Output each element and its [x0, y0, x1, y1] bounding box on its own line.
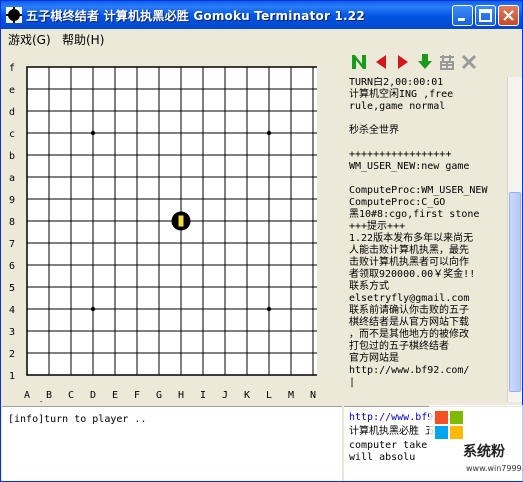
- info-line: computer take: [349, 440, 428, 451]
- main-window: 五子棋终结者 计算机执黑必胜 Gomoku Terminator 1.22 游戏…: [0, 0, 523, 482]
- menu-bar: 游戏(G) 帮助(H): [1, 29, 522, 48]
- new-game-icon[interactable]: [350, 53, 368, 71]
- column-label: E: [112, 390, 118, 401]
- column-label: K: [244, 390, 250, 401]
- log-line: +++提示+++: [349, 221, 406, 232]
- maximize-icon: [479, 9, 492, 22]
- log-line: 棋终结者是从官方网站下载: [349, 317, 469, 328]
- row-label: e: [9, 85, 15, 96]
- log-line: 官方网站是: [349, 353, 399, 364]
- log-line: ComputeProc:C_GO: [349, 197, 446, 208]
- log-line: 联系方式: [349, 281, 389, 292]
- download-icon[interactable]: [416, 53, 434, 71]
- row-label: d: [9, 107, 15, 118]
- sub-label: Af: [31, 401, 43, 402]
- row-label: 2: [9, 349, 15, 360]
- row-label: f: [9, 63, 15, 74]
- column-label: C: [68, 390, 74, 401]
- column-label: A: [24, 390, 30, 401]
- menu-game[interactable]: 游戏(G): [8, 31, 51, 48]
- log-line: TURN白2,00:00:01: [349, 77, 444, 88]
- undo-icon[interactable]: [372, 53, 390, 71]
- log-scrollbar[interactable]: [507, 77, 522, 402]
- row-label: 7: [9, 239, 15, 250]
- status-panel: [info]turn to player ..: [2, 406, 342, 481]
- watermark-url: www.win7999.com: [466, 464, 523, 473]
- log-line: |: [349, 377, 356, 388]
- log-line: ComputeProc:WM_USER_NEW: [349, 185, 488, 196]
- last-move-marker: [177, 214, 185, 228]
- log-line: http://www.bf92.com/: [349, 365, 470, 376]
- gomoku-app-icon: [6, 7, 22, 23]
- column-label: N: [310, 390, 316, 401]
- log-line: ，而不是其他地方的被修改: [349, 329, 469, 340]
- star-point: [90, 130, 96, 136]
- log-line: WM_USER_NEW:new game: [349, 161, 470, 172]
- log-line: 计算机空闲ING ,free: [349, 89, 454, 100]
- minimize-button[interactable]: [452, 5, 473, 26]
- window-title: 五子棋终结者 计算机执黑必胜 Gomoku Terminator 1.22: [26, 9, 365, 23]
- column-label: F: [134, 390, 140, 401]
- row-label: b: [9, 151, 15, 162]
- redo-icon[interactable]: [394, 53, 412, 71]
- column-label: D: [90, 390, 96, 401]
- gomoku-board[interactable]: fedcba987654321ABCDEFGHIJKLMNOAf: [5, 57, 317, 402]
- column-label: L: [266, 390, 272, 401]
- status-text: [info]turn to player ..: [8, 414, 147, 425]
- star-point: [90, 306, 96, 312]
- log-line: 秒杀全世界: [349, 125, 399, 136]
- log-line: +++++++++++++++++: [349, 149, 452, 160]
- column-label: B: [46, 390, 52, 401]
- maximize-button[interactable]: [475, 5, 496, 26]
- row-label: 6: [9, 261, 15, 272]
- stop-icon[interactable]: [460, 53, 478, 71]
- row-label: 1: [9, 371, 15, 382]
- log-line: 黑10#8:cgo,first stone: [349, 209, 480, 220]
- log-line: 击败计算机执黑者可以向作: [349, 257, 469, 268]
- column-label: J: [222, 390, 228, 401]
- star-point: [266, 130, 272, 136]
- row-label: 5: [9, 283, 15, 294]
- compute-icon[interactable]: [438, 53, 456, 71]
- log-line: 1.22版本发布多年以来尚无: [349, 233, 474, 244]
- scrollbar-thumb[interactable]: [509, 192, 521, 392]
- watermark-text: 系统粉: [463, 444, 505, 460]
- column-label: I: [200, 390, 206, 401]
- star-point: [266, 306, 272, 312]
- log-line: 联系前请确认你击败的五子: [349, 305, 469, 316]
- close-button[interactable]: [498, 5, 519, 26]
- row-label: a: [9, 173, 15, 184]
- log-line: 人能击败计算机执黑，最先: [349, 245, 469, 256]
- row-label: 4: [9, 305, 15, 316]
- column-label: M: [288, 390, 294, 401]
- info-line: 计算机执黑必胜 五: [349, 426, 436, 437]
- log-line: 打包过的五子棋终结者: [349, 341, 449, 352]
- minimize-icon: [458, 18, 465, 21]
- log-line: 者领取920000.00￥奖金!!: [349, 269, 476, 280]
- log-line: rule,game normal: [349, 101, 446, 112]
- title-bar[interactable]: 五子棋终结者 计算机执黑必胜 Gomoku Terminator 1.22: [1, 1, 522, 29]
- close-icon: [503, 10, 514, 21]
- row-label: c: [9, 129, 15, 140]
- row-label: 8: [9, 217, 15, 228]
- column-label: G: [156, 390, 162, 401]
- info-line: will absolu: [349, 452, 416, 463]
- column-label: H: [178, 390, 184, 401]
- message-log: TURN白2,00:00:01 计算机空闲ING ,free rule,game n…: [349, 77, 506, 402]
- log-line: elsetryfly@gmail.com: [349, 293, 470, 304]
- menu-help[interactable]: 帮助(H): [62, 31, 104, 48]
- row-label: 3: [9, 327, 15, 338]
- row-label: 9: [9, 195, 15, 206]
